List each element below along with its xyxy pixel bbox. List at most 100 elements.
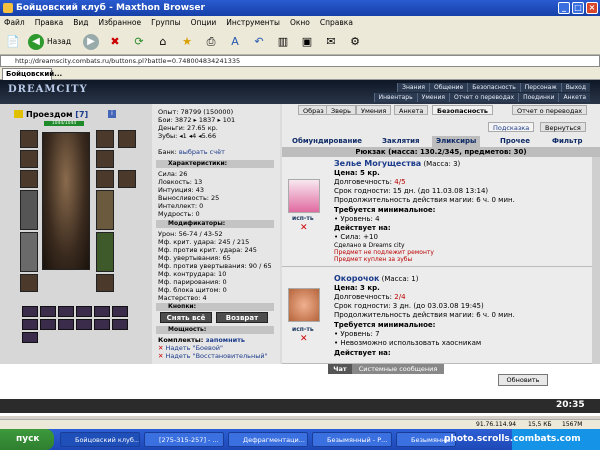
undress-all-button[interactable]: Снять всё <box>160 312 212 323</box>
quick-slot[interactable] <box>112 319 128 330</box>
nav-profile[interactable]: Анкета <box>558 93 590 102</box>
pants-slot[interactable] <box>96 232 114 272</box>
characteristics-section[interactable]: Характеристики: <box>156 160 274 168</box>
info-icon[interactable]: i <box>108 110 116 118</box>
bracer-slot[interactable] <box>118 130 136 148</box>
delete-item-icon[interactable]: ✕ <box>300 334 308 344</box>
tab-image[interactable]: Образ <box>298 105 329 115</box>
maximize-button[interactable]: □ <box>572 2 584 14</box>
tab-skills[interactable]: Умения <box>356 105 392 115</box>
use-item-button[interactable]: исп-ть <box>292 215 314 222</box>
chat-input-bar[interactable] <box>0 399 600 413</box>
tab-pet[interactable]: Зверь <box>326 105 356 115</box>
quick-slot[interactable] <box>76 319 92 330</box>
subtab-filter[interactable]: Фильтр <box>548 136 586 147</box>
menu-window[interactable]: Окно <box>290 16 310 29</box>
menu-favorites[interactable]: Избранное <box>99 16 142 29</box>
tab-security[interactable]: Безопасность <box>432 105 494 115</box>
menu-file[interactable]: Файл <box>4 16 25 29</box>
quick-slot[interactable] <box>40 306 56 317</box>
subtab-other[interactable]: Прочее <box>496 136 534 147</box>
forward-icon[interactable]: ▶ <box>82 33 100 51</box>
tab-chat[interactable]: Чат <box>328 364 352 374</box>
hint-button[interactable]: Подсказка <box>488 122 535 132</box>
nav-inventory[interactable]: Инвентарь <box>373 93 417 102</box>
return-back-button[interactable]: Вернуться <box>540 122 586 132</box>
print-icon[interactable]: ⎙ <box>202 33 220 51</box>
delete-set-icon[interactable]: ✕ <box>158 344 163 352</box>
armor-slot[interactable] <box>20 232 38 272</box>
weapon-slot[interactable] <box>20 190 38 230</box>
quick-slot[interactable] <box>22 332 38 343</box>
ring2-slot[interactable] <box>96 150 114 168</box>
quick-slot[interactable] <box>22 306 38 317</box>
quick-slot[interactable] <box>22 319 38 330</box>
potion-icon[interactable] <box>288 179 320 213</box>
nav-skills[interactable]: Умения <box>416 93 449 102</box>
menu-options[interactable]: Опции <box>191 16 217 29</box>
menu-view[interactable]: Вид <box>73 16 88 29</box>
set-battle-link[interactable]: Надеть "Боевой" <box>166 344 224 352</box>
helmet-slot[interactable] <box>20 130 38 148</box>
back-button[interactable]: ◀ Назад <box>28 33 76 51</box>
quick-slot[interactable] <box>76 306 92 317</box>
boots-slot[interactable] <box>96 274 114 292</box>
rune-slot[interactable] <box>118 170 136 188</box>
delete-item-icon[interactable]: ✕ <box>300 223 308 233</box>
character-name[interactable]: Проездом <box>26 110 73 119</box>
nav-security[interactable]: Безопасность <box>467 83 520 92</box>
nav-chat[interactable]: Общение <box>428 83 468 92</box>
screenshot-icon[interactable]: ▣ <box>298 33 316 51</box>
quick-slot[interactable] <box>58 306 74 317</box>
task-paint1[interactable]: Безымянный - Р... <box>312 432 392 447</box>
set-restore-link[interactable]: Надеть "Восстановительный" <box>166 352 268 360</box>
tab-combats[interactable]: Бойцовский... <box>2 68 62 80</box>
quick-slot[interactable] <box>112 306 128 317</box>
email-icon[interactable]: ✉ <box>322 33 340 51</box>
inventory-scrollbar[interactable] <box>592 157 600 364</box>
tab-system-messages[interactable]: Системные сообщения <box>352 364 444 374</box>
delete-set-icon[interactable]: ✕ <box>158 352 163 360</box>
item-name[interactable]: Окорочок <box>334 274 379 283</box>
shield-slot[interactable] <box>96 190 114 230</box>
nav-exit[interactable]: Выход <box>560 83 590 92</box>
close-button[interactable]: × <box>586 2 598 14</box>
task-combats[interactable]: Бойцовский клуб... <box>60 432 140 447</box>
task-defrag[interactable]: Дефрагментаци... <box>228 432 308 447</box>
menu-groups[interactable]: Группы <box>151 16 181 29</box>
tab-transfers[interactable]: Отчет о переводах <box>512 105 588 115</box>
amulet-slot[interactable] <box>20 170 38 188</box>
subtab-equipment[interactable]: Обмундирование <box>288 136 366 147</box>
remember-set-link[interactable]: запомнить <box>206 336 245 344</box>
return-button[interactable]: Возврат <box>216 312 268 323</box>
earrings-slot[interactable] <box>20 150 38 168</box>
split-icon[interactable]: ▥ <box>274 33 292 51</box>
nav-transfers[interactable]: Отчет о переводах <box>448 93 519 102</box>
buttons-section[interactable]: Кнопки: <box>156 303 274 311</box>
refresh-icon[interactable]: ⟳ <box>130 33 148 51</box>
task-icq[interactable]: [275-315-257] - ... <box>144 432 224 447</box>
ring1-slot[interactable] <box>96 130 114 148</box>
menu-help[interactable]: Справка <box>320 16 353 29</box>
item-name[interactable]: Зелье Могущества <box>334 159 421 168</box>
subtab-elixirs[interactable]: Эликсиры <box>432 136 481 147</box>
bank-link[interactable]: выбрать счёт <box>179 148 225 156</box>
tab-profile[interactable]: Анкета <box>394 105 429 115</box>
meat-icon[interactable] <box>288 288 320 322</box>
nav-fights[interactable]: Поединки <box>518 93 559 102</box>
use-item-button[interactable]: исп-ть <box>292 326 314 333</box>
character-figure[interactable] <box>42 132 90 270</box>
nav-knowledge[interactable]: Знания <box>397 83 429 92</box>
refresh-button[interactable]: Обновить <box>498 374 548 386</box>
nav-character[interactable]: Персонаж <box>519 83 561 92</box>
power-section[interactable]: Мощность: <box>156 326 274 334</box>
modifiers-section[interactable]: Модификаторы: <box>156 220 274 228</box>
settings-icon[interactable]: ⚙ <box>346 33 364 51</box>
home-icon[interactable]: ⌂ <box>154 33 172 51</box>
address-bar[interactable]: http://dreamscity.combats.ru/buttons.pl?… <box>0 55 600 67</box>
undo-icon[interactable]: ↶ <box>250 33 268 51</box>
quick-slot[interactable] <box>58 319 74 330</box>
quick-slot[interactable] <box>40 319 56 330</box>
menu-tools[interactable]: Инструменты <box>226 16 280 29</box>
quick-slot[interactable] <box>94 306 110 317</box>
